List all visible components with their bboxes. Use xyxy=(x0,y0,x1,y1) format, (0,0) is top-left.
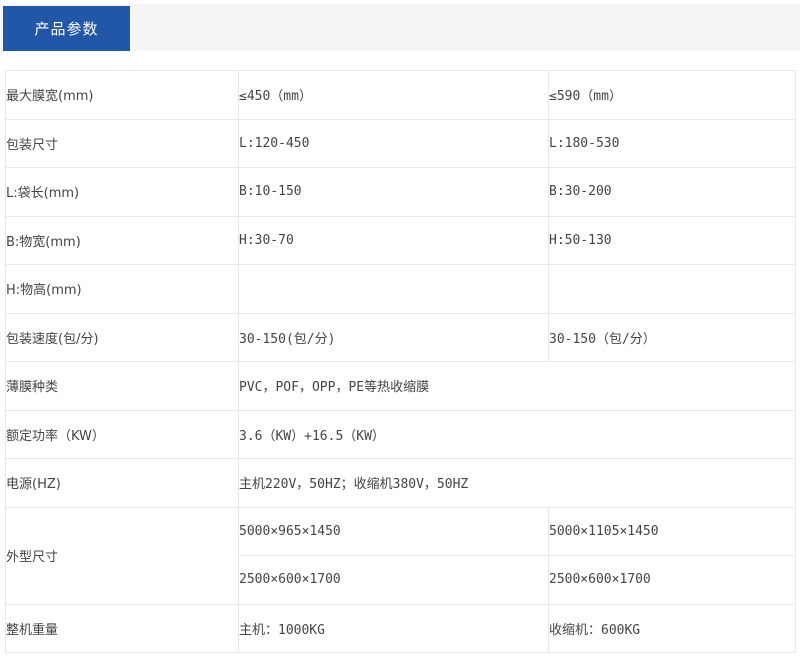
row-label-packing-speed: 包装速度(包/分) xyxy=(5,312,239,362)
row-label-item-height: H:物高(mm) xyxy=(5,264,239,314)
product-params-table: 最大膜宽(mm) ≤450（mm） ≤590（mm） 包装尺寸 L:120-45… xyxy=(5,70,796,653)
row-label-outer-dimensions: 外型尺寸 xyxy=(5,506,239,605)
param-value: H:50-130 xyxy=(548,215,796,265)
param-value: B:10-150 xyxy=(238,167,549,217)
param-value: 30-150(包/分) xyxy=(238,312,549,362)
row-label-total-weight: 整机重量 xyxy=(5,603,239,653)
param-value-empty xyxy=(238,264,549,314)
row-label-bag-length: L:袋长(mm) xyxy=(5,167,239,217)
table-row: 最大膜宽(mm) ≤450（mm） ≤590（mm） xyxy=(5,70,796,120)
table-row: L:袋长(mm) B:10-150 B:30-200 xyxy=(5,167,796,217)
param-value: L:180-530 xyxy=(548,118,796,168)
row-label-film-type: 薄膜种类 xyxy=(5,361,239,411)
table-row: H:物高(mm) xyxy=(5,264,796,314)
row-label-rated-power: 额定功率（KW） xyxy=(5,409,239,459)
param-value-span: 3.6（KW）+16.5（KW） xyxy=(238,409,796,459)
param-value: 主机：1000KG xyxy=(238,603,549,653)
table-row: 包装尺寸 L:120-450 L:180-530 xyxy=(5,118,796,168)
table-row: 包装速度(包/分) 30-150(包/分) 30-150（包/分） xyxy=(5,312,796,362)
param-value-span: 主机220V，50HZ；收缩机380V，50HZ xyxy=(238,458,796,508)
param-value: ≤450（mm） xyxy=(238,70,549,120)
param-value: 收缩机：600KG xyxy=(548,603,796,653)
product-params-tab-label: 产品参数 xyxy=(34,20,99,38)
param-value-span: PVC，POF，OPP，PE等热收缩膜 xyxy=(238,361,796,411)
row-label-item-width: B:物宽(mm) xyxy=(5,215,239,265)
table-row: 薄膜种类 PVC，POF，OPP，PE等热收缩膜 xyxy=(5,361,796,411)
table-row: 整机重量 主机：1000KG 收缩机：600KG xyxy=(5,603,796,653)
row-label-package-size: 包装尺寸 xyxy=(5,118,239,168)
table-row: 额定功率（KW） 3.6（KW）+16.5（KW） xyxy=(5,409,796,459)
param-value: ≤590（mm） xyxy=(548,70,796,120)
param-value-empty xyxy=(548,264,796,314)
param-value: 5000×965×1450 xyxy=(238,506,549,556)
param-value: 2500×600×1700 xyxy=(548,555,796,605)
product-params-tab[interactable]: 产品参数 xyxy=(3,6,130,51)
param-value: 30-150（包/分） xyxy=(548,312,796,362)
param-value: H:30-70 xyxy=(238,215,549,265)
table-row: 外型尺寸 5000×965×1450 5000×1105×1450 xyxy=(5,506,796,605)
row-label-power-supply: 电源(HZ) xyxy=(5,458,239,508)
row-label-max-film-width: 最大膜宽(mm) xyxy=(5,70,239,120)
param-value: L:120-450 xyxy=(238,118,549,168)
param-value: 2500×600×1700 xyxy=(238,555,549,605)
table-row: B:物宽(mm) H:30-70 H:50-130 xyxy=(5,215,796,265)
param-value: B:30-200 xyxy=(548,167,796,217)
param-value: 5000×1105×1450 xyxy=(548,506,796,556)
table-row: 电源(HZ) 主机220V，50HZ；收缩机380V，50HZ xyxy=(5,458,796,508)
